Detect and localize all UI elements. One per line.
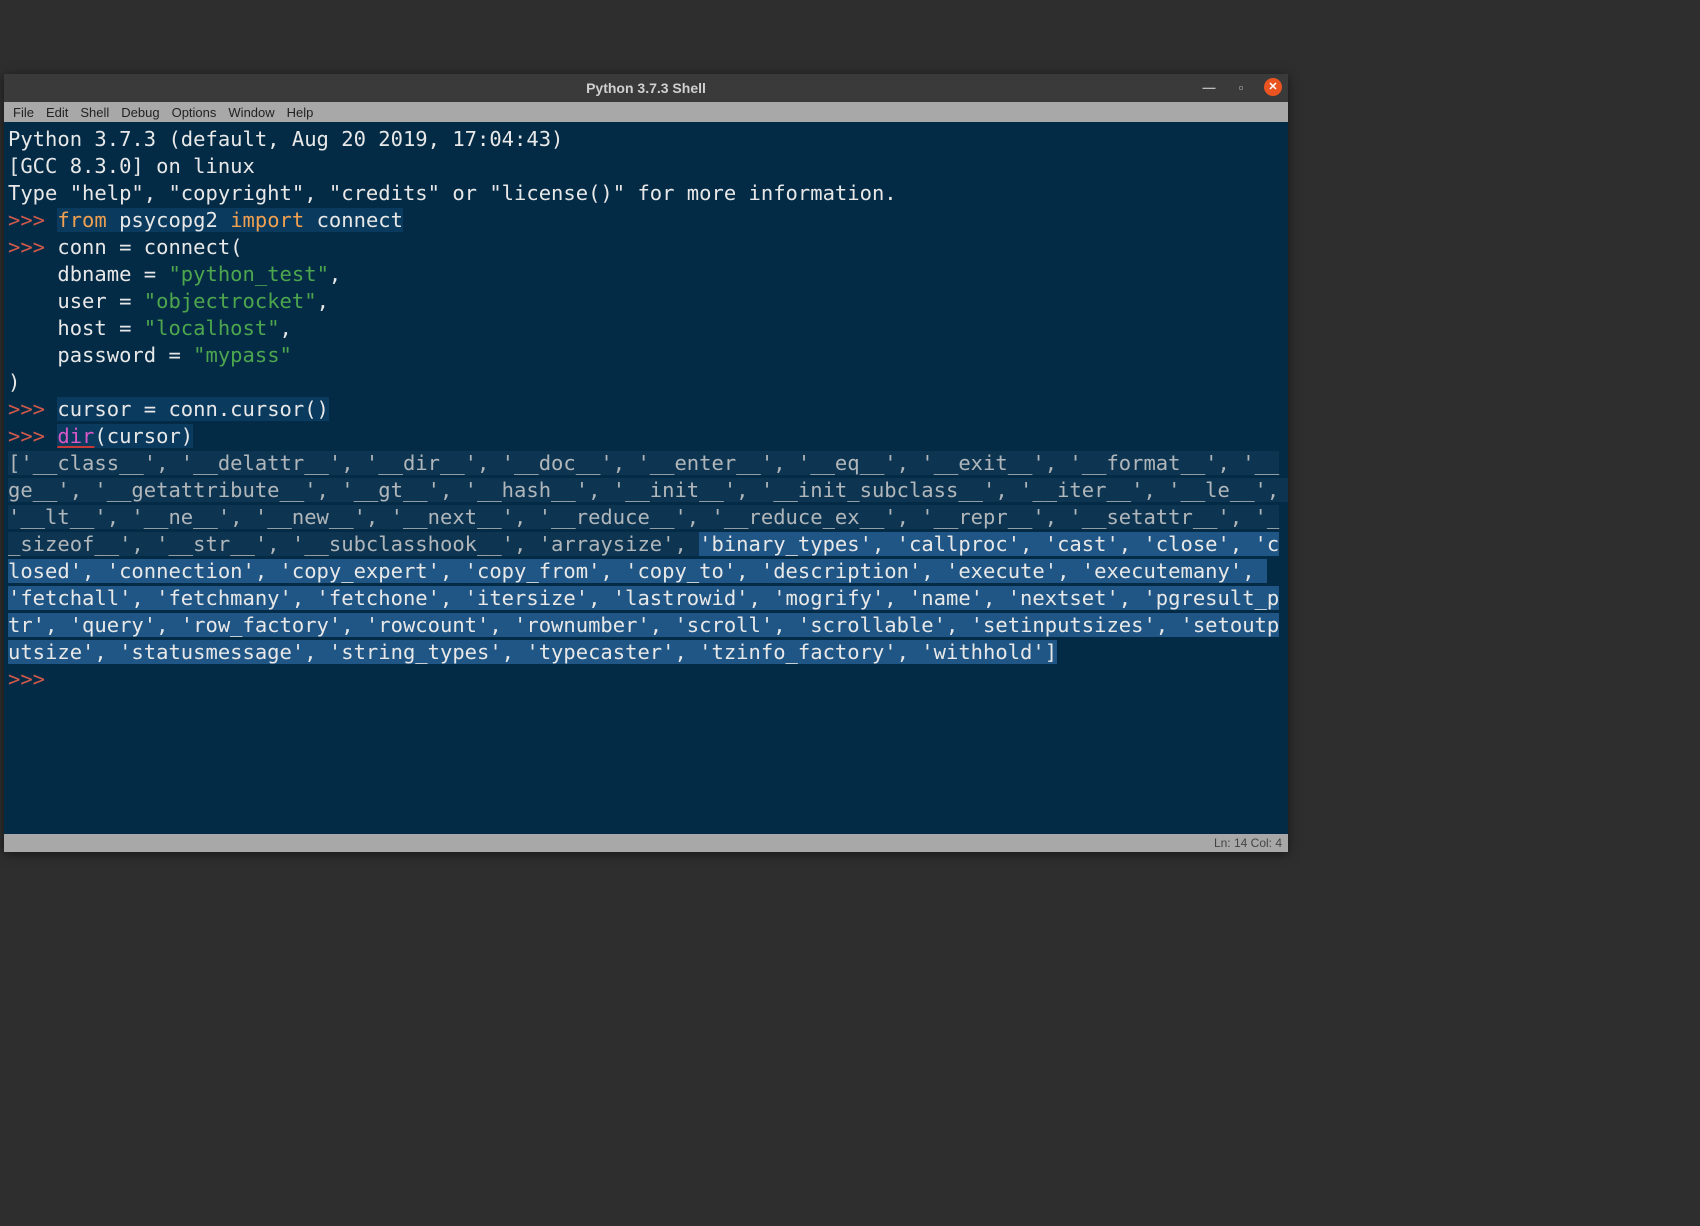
code-line: cursor = conn.cursor() bbox=[57, 397, 329, 421]
cursor-position: Ln: 14 Col: 4 bbox=[1214, 836, 1282, 850]
menu-file[interactable]: File bbox=[8, 104, 39, 121]
menu-help[interactable]: Help bbox=[282, 104, 319, 121]
menu-shell[interactable]: Shell bbox=[75, 104, 114, 121]
banner-line: Type "help", "copyright", "credits" or "… bbox=[8, 181, 897, 205]
string-literal: "objectrocket" bbox=[144, 289, 317, 313]
statusbar: Ln: 14 Col: 4 bbox=[4, 834, 1288, 852]
keyword-import: import bbox=[230, 208, 304, 232]
keyword-from: from bbox=[57, 208, 106, 232]
maximize-button[interactable]: ▫ bbox=[1232, 78, 1250, 96]
builtin-dir: dir bbox=[57, 424, 94, 448]
menu-options[interactable]: Options bbox=[167, 104, 222, 121]
banner-line: [GCC 8.3.0] on linux bbox=[8, 154, 255, 178]
prompt: >>> bbox=[8, 235, 57, 259]
import-target: connect bbox=[317, 208, 403, 232]
menu-window[interactable]: Window bbox=[223, 104, 279, 121]
code-line: user = bbox=[8, 289, 144, 313]
shell-editor[interactable]: Python 3.7.3 (default, Aug 20 2019, 17:0… bbox=[4, 122, 1288, 834]
string-literal: "mypass" bbox=[193, 343, 292, 367]
prompt: >>> bbox=[8, 667, 57, 691]
menu-debug[interactable]: Debug bbox=[116, 104, 164, 121]
code-line: host = bbox=[8, 316, 144, 340]
idle-window: Python 3.7.3 Shell — ▫ ✕ File Edit Shell… bbox=[4, 74, 1288, 852]
code-line: ) bbox=[8, 370, 20, 394]
banner-line: Python 3.7.3 (default, Aug 20 2019, 17:0… bbox=[8, 127, 576, 151]
prompt: >>> bbox=[8, 208, 57, 232]
prompt: >>> bbox=[8, 424, 57, 448]
titlebar[interactable]: Python 3.7.3 Shell — ▫ ✕ bbox=[4, 74, 1288, 102]
window-title: Python 3.7.3 Shell bbox=[586, 80, 706, 96]
string-literal: "localhost" bbox=[144, 316, 280, 340]
module-name: psycopg2 bbox=[119, 208, 218, 232]
prompt: >>> bbox=[8, 397, 57, 421]
minimize-button[interactable]: — bbox=[1200, 78, 1218, 96]
menu-edit[interactable]: Edit bbox=[41, 104, 73, 121]
string-literal: "python_test" bbox=[168, 262, 328, 286]
code-line: conn = connect( bbox=[57, 235, 242, 259]
menubar: File Edit Shell Debug Options Window Hel… bbox=[4, 102, 1288, 122]
window-controls: — ▫ ✕ bbox=[1200, 78, 1282, 96]
close-button[interactable]: ✕ bbox=[1264, 78, 1282, 96]
code-line: password = bbox=[8, 343, 193, 367]
code-line: dbname = bbox=[8, 262, 168, 286]
code-args: (cursor) bbox=[94, 424, 193, 448]
